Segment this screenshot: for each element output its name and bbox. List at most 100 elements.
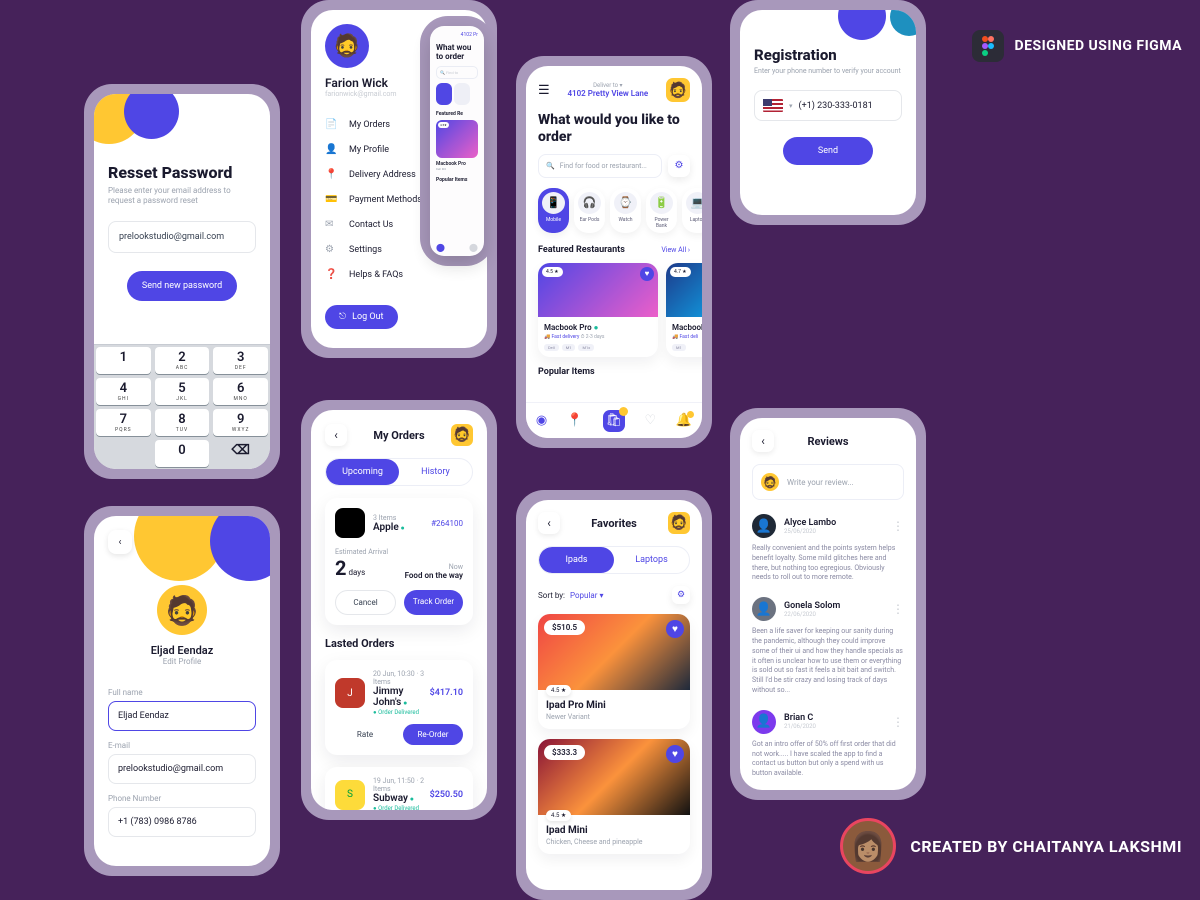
back-button[interactable]: ‹ [752, 430, 774, 452]
figma-icon [972, 30, 1004, 62]
favorite-button[interactable]: ♥ [666, 745, 684, 763]
sort-label: Sort by: [538, 591, 565, 600]
bag-icon: 🛍 [606, 413, 623, 428]
send-password-button[interactable]: Send new password [127, 271, 237, 301]
creator-avatar: 👩🏽 [840, 818, 896, 874]
page-title: Favorites [591, 517, 637, 530]
category-item[interactable]: 📱Mobile [538, 188, 569, 233]
more-button[interactable]: ⋮ [892, 715, 904, 729]
user-avatar[interactable]: 🧔 [666, 78, 690, 102]
keypad-key[interactable]: ⌫ [213, 440, 268, 467]
rating-badge: 4.5 ★ [542, 267, 563, 277]
cart-badge [619, 407, 628, 416]
edit-profile-link[interactable]: Edit Profile [108, 657, 256, 666]
page-title: My Orders [373, 429, 424, 442]
rating-badge: 4.7 ★ [670, 267, 691, 277]
user-avatar[interactable]: 🧔 [451, 424, 473, 446]
cancel-button[interactable]: Cancel [335, 590, 396, 615]
page-title: What would you like to order [538, 112, 690, 146]
tab-cart[interactable]: 🛍 [603, 410, 625, 432]
eta-value: 2 [335, 556, 346, 580]
restaurant-card[interactable]: 4.5 ★♥ Macbook Pro ● 🚚 Fast delivery ⏱ 2… [538, 263, 658, 357]
reset-password-screen: Resset Password Please enter your email … [84, 84, 280, 479]
search-peek: 🔍 Find to [436, 66, 478, 79]
chevron-down-icon[interactable]: ▾ [789, 102, 793, 110]
filter-button[interactable]: ⚙ [668, 155, 690, 177]
category-icon: 📱 [542, 192, 565, 214]
email-field[interactable]: prelookstudio@gmail.com [108, 754, 256, 784]
fullname-field[interactable]: Eljad Eendaz [108, 701, 256, 731]
tab-ipads[interactable]: Ipads [539, 547, 614, 573]
user-avatar[interactable]: 🧔 [668, 512, 690, 534]
restaurant-card[interactable]: 4.7 ★ Macbook 🚚 Fast deli M1 [666, 263, 702, 357]
keypad-key[interactable]: 0 [155, 440, 210, 467]
category-item[interactable]: 🔋Power Bank [646, 188, 677, 233]
more-button[interactable]: ⋮ [892, 519, 904, 533]
favorite-card[interactable]: $510.5♥4.5 ★ Ipad Pro MiniNewer Variant [538, 614, 690, 729]
category-item[interactable]: 🎧Ear Pods [574, 188, 605, 233]
review-date: 22/06/2020 [784, 611, 840, 618]
phone-field[interactable]: +1 (783) 0986 8786 [108, 807, 256, 837]
tab-upcoming[interactable]: Upcoming [326, 459, 399, 485]
email-field[interactable]: prelookstudio@gmail.com [108, 221, 256, 253]
keypad-key[interactable]: 2ABC [155, 347, 210, 374]
keypad-key[interactable]: 3DEF [213, 347, 268, 374]
back-button[interactable]: ‹ [325, 424, 347, 446]
tab-history[interactable]: History [399, 459, 472, 485]
numeric-keypad: 1 2ABC3DEF 4GHI5JKL6MNO 7PQRS8TUV9WXYZ 0… [94, 344, 270, 469]
search-icon: 🔍 [546, 162, 555, 170]
deliver-label[interactable]: Deliver to ▾ [567, 82, 648, 89]
page-subtitle: Please enter your email address to reque… [108, 186, 256, 207]
reorder-button[interactable]: Re-Order [403, 724, 463, 745]
page-title: Reviews [807, 435, 848, 448]
review-date: 25/06/2020 [784, 528, 836, 535]
featured-peek: Featured Re [436, 111, 478, 117]
tab-map[interactable]: 📍 [567, 413, 583, 428]
send-button[interactable]: Send [783, 137, 873, 165]
chevron-left-icon: ‹ [761, 434, 765, 448]
tab-laptops[interactable]: Laptops [614, 547, 689, 573]
item-sub: Newer Variant [546, 713, 682, 721]
price-badge: $333.3 [544, 745, 585, 760]
keypad-key[interactable]: 8TUV [155, 409, 210, 436]
chevron-left-icon: ‹ [547, 516, 551, 530]
order-tabs: Upcoming History [325, 458, 473, 486]
back-button[interactable]: ‹ [538, 512, 560, 534]
favorite-button[interactable]: ♥ [640, 267, 654, 281]
phone-value: (+1) 230-333-0181 [799, 101, 873, 111]
keypad-key[interactable]: 4GHI [96, 378, 151, 405]
tab-favorites[interactable]: ♡ [645, 413, 657, 428]
favorites-screen: ‹ Favorites 🧔 Ipads Laptops Sort by: Popu… [516, 490, 712, 900]
tab-bar: ◉ 📍 🛍 ♡ 🔔 [526, 402, 702, 438]
category-row: 📱Mobile🎧Ear Pods⌚Watch🔋Power Bank💻Laptop [538, 188, 690, 233]
tab-notifications[interactable]: 🔔 [676, 413, 692, 428]
favorite-button[interactable]: ♥ [666, 620, 684, 638]
category-item[interactable]: ⌚Watch [610, 188, 641, 233]
logout-button[interactable]: ⎋Log Out [325, 305, 398, 329]
keypad-key[interactable] [96, 440, 151, 467]
phone-field[interactable]: ▾ (+1) 230-333-0181 [754, 90, 902, 121]
view-all-link[interactable]: View All › [661, 246, 690, 254]
keypad-key[interactable]: 7PQRS [96, 409, 151, 436]
keypad-key[interactable]: 5JKL [155, 378, 210, 405]
sort-dropdown[interactable]: Popular ▾ [570, 591, 603, 600]
user-avatar[interactable]: 🧔 [154, 582, 210, 638]
keypad-key[interactable]: 6MNO [213, 378, 268, 405]
tab-explore[interactable]: ◉ [536, 413, 547, 428]
search-input[interactable]: 🔍Find for food or restaurant... [538, 154, 662, 178]
back-button[interactable]: ‹ [108, 530, 132, 554]
write-review-input[interactable]: 🧔Write your review... [752, 464, 904, 500]
more-button[interactable]: ⋮ [892, 602, 904, 616]
order-status: Food on the way [405, 571, 463, 580]
track-order-button[interactable]: Track Order [404, 590, 463, 615]
keypad-key[interactable]: 1 [96, 347, 151, 374]
category-icon: ⌚ [614, 192, 637, 214]
menu-button[interactable]: ☰ [538, 83, 550, 98]
user-avatar[interactable]: 🧔 [325, 24, 369, 68]
favorite-card[interactable]: $333.3♥4.5 ★ Ipad MiniChicken, Cheese an… [538, 739, 690, 854]
rate-button[interactable]: Rate [335, 724, 395, 745]
category-item[interactable]: 💻Laptop [682, 188, 702, 233]
keypad-key[interactable]: 9WXYZ [213, 409, 268, 436]
filter-button[interactable]: ⚙ [672, 586, 690, 604]
review-body: Got an intro offer of 50% off first orde… [752, 740, 904, 779]
